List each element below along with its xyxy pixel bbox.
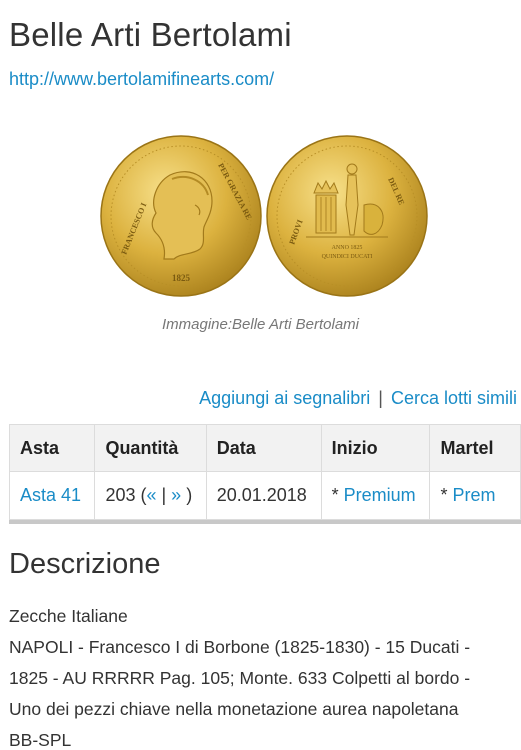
col-header-quantita: Quantità (94, 424, 207, 472)
coin-inscription-2: QUINDICI DUCATI (322, 254, 373, 260)
coin-image[interactable]: 1825 FRANCESCO I PER GRAZIA RE ANNO 1825… (100, 135, 430, 297)
lot-actions: Aggiungi ai segnalibri | Cerca lotti simil… (199, 388, 517, 409)
cell-asta: Asta 41 (9, 471, 96, 520)
auction-table: Asta Quantità Data Inizio Martel Asta 41… (9, 424, 521, 520)
table-header-row: Asta Quantità Data Inizio Martel (9, 424, 521, 472)
cell-martello: * Prem (429, 471, 521, 520)
description-text: Zecche Italiane NAPOLI - Francesco I di … (9, 601, 519, 750)
lot-nav-separator: | (156, 485, 172, 505)
actions-separator: | (378, 388, 383, 408)
search-similar-lots-link[interactable]: Cerca lotti simili (391, 388, 517, 408)
coin-reverse: ANNO 1825 QUINDICI DUCATI PROVI DEL RE (266, 135, 428, 297)
description-heading: Descrizione (9, 548, 161, 580)
prev-lot-link[interactable]: « (146, 485, 156, 505)
coin-date: 1825 (172, 273, 191, 283)
col-header-inizio: Inizio (320, 424, 431, 472)
lot-nav-close: ) (181, 485, 193, 505)
col-header-martello: Martel (429, 424, 521, 472)
martello-prefix: * (440, 485, 453, 505)
description-line: 1825 - AU RRRRR Pag. 105; Monte. 633 Col… (9, 668, 471, 688)
add-bookmark-link[interactable]: Aggiungi ai segnalibri (199, 388, 370, 408)
page-title: Belle Arti Bertolami (9, 16, 292, 53)
cell-data: 20.01.2018 (205, 471, 322, 520)
lot-number: 203 ( (105, 485, 147, 505)
cell-inizio: * Premium (320, 471, 431, 520)
description-line: Zecche Italiane (9, 606, 128, 626)
next-lot-link[interactable]: » (171, 485, 181, 505)
inizio-prefix: * (331, 485, 344, 505)
col-header-asta: Asta (9, 424, 96, 472)
image-caption: Immagine:Belle Arti Bertolami (161, 316, 359, 333)
premium-link-inizio[interactable]: Premium (344, 485, 416, 505)
description-line: Uno dei pezzi chiave nella monetazione a… (9, 699, 459, 719)
auction-table-scroll[interactable]: Asta Quantità Data Inizio Martel Asta 41… (9, 424, 521, 524)
cell-quantita: 203 (« | » ) (94, 471, 207, 520)
website-link[interactable]: http://www.bertolamifinearts.com/ (9, 69, 274, 90)
description-line: NAPOLI - Francesco I di Borbone (1825-18… (9, 637, 471, 657)
description-line: BB-SPL (9, 730, 72, 750)
coin-obverse: 1825 FRANCESCO I PER GRAZIA RE (100, 135, 262, 297)
table-row: Asta 41 203 (« | » ) 20.01.2018 * Premiu… (9, 471, 521, 520)
premium-link-martello[interactable]: Prem (452, 485, 495, 505)
coin-inscription-1: ANNO 1825 (332, 245, 363, 251)
col-header-data: Data (205, 424, 322, 472)
auction-link[interactable]: Asta 41 (20, 485, 81, 505)
